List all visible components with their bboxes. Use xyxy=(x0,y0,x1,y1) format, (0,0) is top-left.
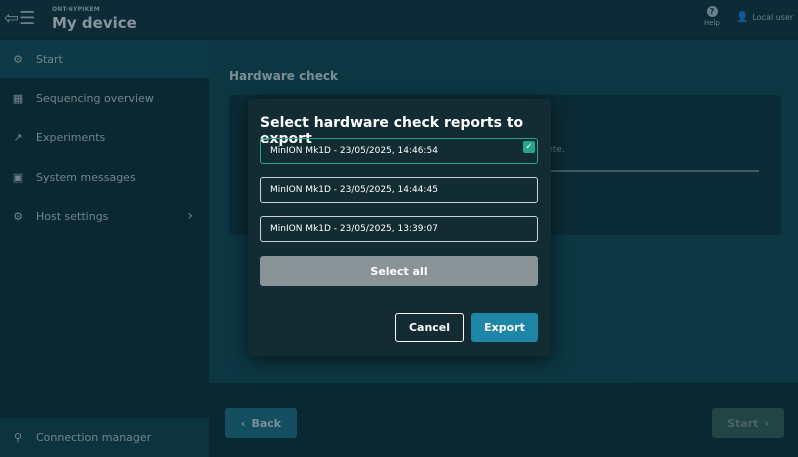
export-dialog: Select hardware check reports to export … xyxy=(248,99,551,356)
report-option-2[interactable]: MinION Mk1D - 23/05/2025, 14:44:45 xyxy=(260,177,538,203)
report-label: MinION Mk1D - 23/05/2025, 13:39:07 xyxy=(270,224,438,234)
cancel-button[interactable]: Cancel xyxy=(395,313,464,342)
report-label: MinION Mk1D - 23/05/2025, 14:46:54 xyxy=(270,146,438,156)
checkmark-icon: ✓ xyxy=(523,141,535,153)
report-label: MinION Mk1D - 23/05/2025, 14:44:45 xyxy=(270,185,438,195)
export-button[interactable]: Export xyxy=(471,313,538,342)
report-option-1[interactable]: MinION Mk1D - 23/05/2025, 14:46:54 ✓ xyxy=(260,138,538,164)
select-all-button[interactable]: Select all xyxy=(260,256,538,286)
report-option-3[interactable]: MinION Mk1D - 23/05/2025, 13:39:07 xyxy=(260,216,538,242)
